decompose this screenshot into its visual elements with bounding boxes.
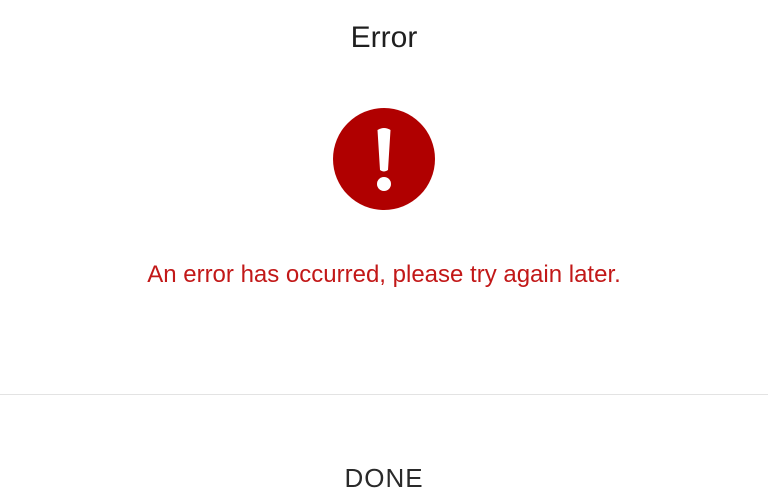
dialog-title: Error — [350, 21, 418, 54]
divider — [0, 394, 768, 395]
done-button[interactable]: DONE — [0, 458, 768, 488]
error-exclamation-icon — [333, 108, 435, 210]
error-dialog: Error An error has occurred, please try … — [0, 0, 768, 488]
error-message: An error has occurred, please try again … — [147, 261, 621, 288]
